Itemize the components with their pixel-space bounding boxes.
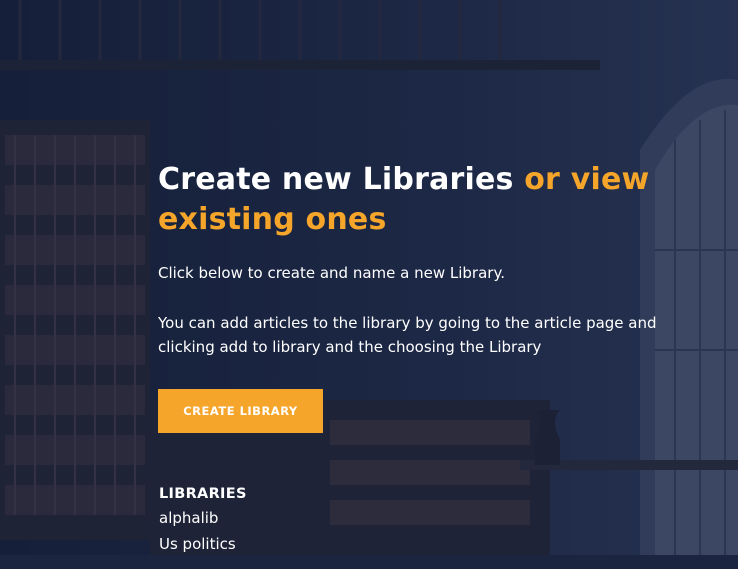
library-hero: Create new Libraries or view existing on…: [0, 0, 738, 569]
library-link-alphalib[interactable]: alphalib: [159, 505, 718, 531]
create-library-button[interactable]: CREATE LIBRARY: [158, 389, 323, 433]
library-link-us-politics[interactable]: Us politics: [159, 531, 718, 557]
libraries-section: LIBRARIES alphalib Us politics: [159, 483, 718, 557]
instructions-text: You can add articles to the library by g…: [158, 314, 657, 356]
libraries-heading: LIBRARIES: [159, 486, 247, 502]
hero-content: Create new Libraries or view existing on…: [158, 160, 718, 557]
intro-text: Click below to create and name a new Lib…: [158, 264, 505, 282]
footer-strip: [0, 555, 738, 569]
headline-main: Create new Libraries: [158, 162, 525, 197]
page-title: Create new Libraries or view existing on…: [158, 160, 718, 240]
